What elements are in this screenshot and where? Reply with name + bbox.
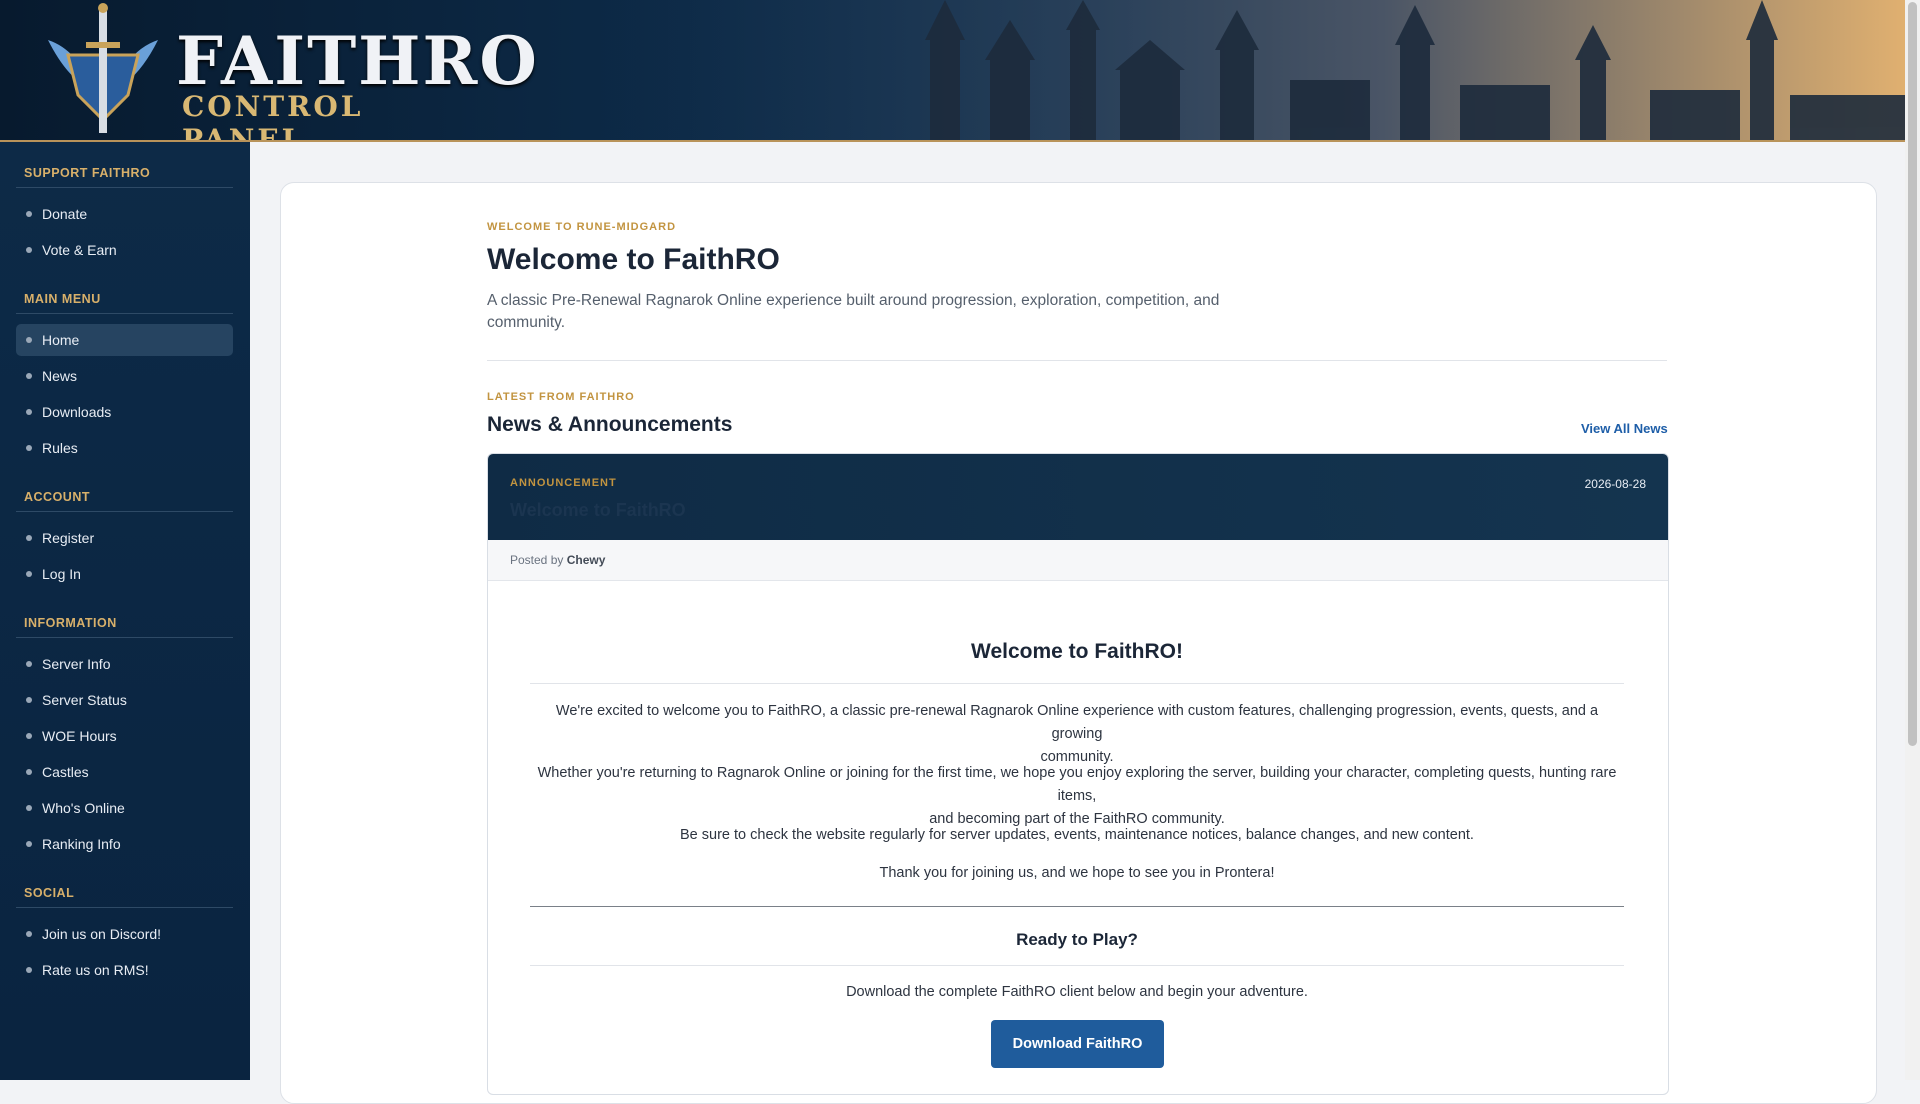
- sidebar-item-downloads[interactable]: Downloads: [16, 396, 233, 428]
- sidebar-item-whos-online[interactable]: Who's Online: [16, 792, 233, 824]
- site-header: FAITHRO CONTROL PANEL: [0, 0, 1905, 142]
- sidebar-item-vote[interactable]: Vote & Earn: [16, 234, 233, 266]
- sidebar-item-woe-hours[interactable]: WOE Hours: [16, 720, 233, 752]
- logo-subtitle: CONTROL PANEL: [182, 90, 364, 142]
- sidebar-item-ranking-info[interactable]: Ranking Info: [16, 828, 233, 860]
- sidebar-item-donate[interactable]: Donate: [16, 198, 233, 230]
- sidebar-item-news[interactable]: News: [16, 360, 233, 392]
- post-paragraph: Whether you're returning to Ragnarok Onl…: [530, 762, 1624, 831]
- divider: [487, 360, 1667, 361]
- sidebar-item-home[interactable]: Home: [16, 324, 233, 356]
- post-text-line: We're excited to welcome you to FaithRO,…: [555, 703, 1599, 742]
- section-information: INFORMATION: [16, 616, 233, 638]
- bullet-icon: [26, 337, 32, 343]
- view-all-news-link[interactable]: View All News: [1581, 421, 1668, 436]
- post-date: 2026-08-28: [1584, 477, 1646, 491]
- sidebar-item-rms[interactable]: Rate us on RMS!: [16, 954, 233, 986]
- bullet-icon: [26, 211, 32, 217]
- post-text-line: Whether you're returning to Ragnarok Onl…: [537, 765, 1617, 804]
- hero-lead-line: community.: [487, 314, 566, 331]
- sidebar-item-label: News: [42, 368, 78, 384]
- post-paragraph: We're excited to welcome you to FaithRO,…: [530, 700, 1624, 769]
- post-meta: Posted by Chewy: [488, 540, 1668, 581]
- logo-title: FAITHRO: [176, 22, 539, 100]
- sidebar-item-label: Rules: [42, 440, 78, 456]
- bullet-icon: [26, 967, 32, 973]
- divider: [530, 906, 1624, 907]
- section-support: SUPPORT FAITHRO: [16, 166, 233, 188]
- bullet-icon: [26, 445, 32, 451]
- cta-text: Download the complete FaithRO client bel…: [846, 984, 1308, 1000]
- sidebar-item-label: Who's Online: [42, 800, 125, 816]
- download-faithro-button[interactable]: Download FaithRO: [991, 1020, 1164, 1068]
- sidebar-nav: SUPPORT FAITHRO Donate Vote & Earn MAIN …: [0, 142, 250, 1080]
- bullet-icon: [26, 697, 32, 703]
- news-post-header[interactable]: ANNOUNCEMENT 2026-08-28 Welcome to Faith…: [488, 454, 1668, 540]
- post-paragraph: Be sure to check the website regularly f…: [680, 827, 1474, 843]
- bullet-icon: [26, 373, 32, 379]
- hero-lead-line: A classic Pre-Renewal Ragnarok Online ex…: [487, 292, 1220, 309]
- section-social: SOCIAL: [16, 886, 233, 908]
- sidebar-item-label: Vote & Earn: [42, 242, 117, 258]
- news-section-title: News & Announcements: [487, 413, 733, 436]
- section-account: ACCOUNT: [16, 490, 233, 512]
- bullet-icon: [26, 805, 32, 811]
- sidebar-item-label: Server Status: [42, 692, 127, 708]
- sidebar-item-label: Castles: [42, 764, 89, 780]
- faithro-logo[interactable]: FAITHRO CONTROL PANEL: [38, 0, 537, 140]
- sidebar-item-label: Rate us on RMS!: [42, 962, 149, 978]
- sidebar-item-label: Server Info: [42, 656, 111, 672]
- page-scrollbar[interactable]: [1905, 0, 1920, 1080]
- bullet-icon: [26, 247, 32, 253]
- sidebar-item-castles[interactable]: Castles: [16, 756, 233, 788]
- bullet-icon: [26, 931, 32, 937]
- post-author: Chewy: [566, 553, 606, 567]
- divider: [530, 965, 1624, 966]
- sidebar-item-server-status[interactable]: Server Status: [16, 684, 233, 716]
- divider: [530, 683, 1624, 684]
- section-main-menu: MAIN MENU: [16, 292, 233, 314]
- sidebar-item-discord[interactable]: Join us on Discord!: [16, 918, 233, 950]
- bullet-icon: [26, 535, 32, 541]
- posted-by-label: Posted by: [510, 553, 564, 567]
- sidebar-item-label: Ranking Info: [42, 836, 121, 852]
- sidebar-item-label: Register: [42, 530, 95, 546]
- sidebar-item-label: Home: [42, 332, 80, 348]
- sidebar-item-rules[interactable]: Rules: [16, 432, 233, 464]
- sidebar-item-label: WOE Hours: [42, 728, 117, 744]
- bullet-icon: [26, 733, 32, 739]
- sidebar-item-label: Donate: [42, 206, 88, 222]
- sword-wings-icon: [48, 3, 158, 133]
- news-eyebrow: LATEST FROM FAITHRO: [487, 391, 635, 403]
- bullet-icon: [26, 661, 32, 667]
- post-paragraph: Thank you for joining us, and we hope to…: [879, 865, 1275, 881]
- sidebar-item-label: Downloads: [42, 404, 112, 420]
- hero-lead: A classic Pre-Renewal Ragnarok Online ex…: [487, 290, 1267, 334]
- posted-by: Posted by Chewy: [510, 553, 605, 567]
- post-category: ANNOUNCEMENT: [510, 477, 617, 489]
- post-title[interactable]: Welcome to FaithRO: [510, 500, 686, 521]
- sidebar-item-login[interactable]: Log In: [16, 558, 233, 590]
- post-heading: Welcome to FaithRO!: [971, 640, 1183, 663]
- sidebar-item-server-info[interactable]: Server Info: [16, 648, 233, 680]
- page-title: Welcome to FaithRO: [487, 243, 780, 276]
- bullet-icon: [26, 841, 32, 847]
- cta-heading: Ready to Play?: [1016, 930, 1138, 949]
- sidebar-item-label: Join us on Discord!: [42, 926, 162, 942]
- bullet-icon: [26, 769, 32, 775]
- bullet-icon: [26, 571, 32, 577]
- castle-banner-image: [600, 0, 1905, 140]
- scrollbar-thumb[interactable]: [1908, 2, 1917, 746]
- sidebar-item-register[interactable]: Register: [16, 522, 233, 554]
- hero-eyebrow: WELCOME TO RUNE-MIDGARD: [487, 221, 677, 233]
- bullet-icon: [26, 409, 32, 415]
- sidebar-item-label: Log In: [42, 566, 81, 582]
